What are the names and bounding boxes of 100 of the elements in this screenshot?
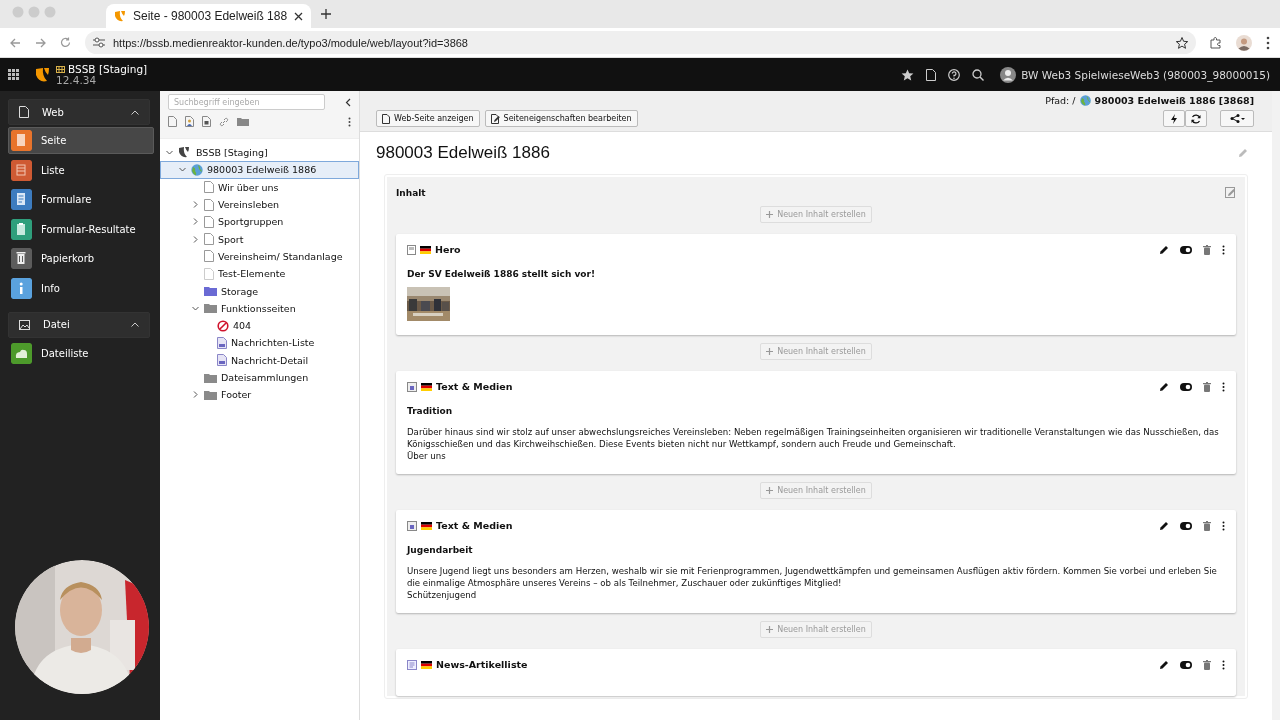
folder-icon xyxy=(204,286,217,296)
toggle-icon[interactable] xyxy=(1180,382,1192,391)
plus-icon xyxy=(766,348,774,355)
server-icon xyxy=(56,65,65,73)
help-icon[interactable] xyxy=(948,68,961,81)
prohibited-icon xyxy=(217,319,229,332)
profile-avatar-icon[interactable] xyxy=(1236,34,1252,51)
tree-item[interactable]: 404 xyxy=(160,316,359,335)
document-icon[interactable] xyxy=(926,68,937,81)
tree-item[interactable]: Nachricht-Detail xyxy=(160,351,359,369)
user-menu[interactable]: BW Web3 SpielwieseWeb3 (980003_98000015) xyxy=(996,66,1274,83)
page-icon xyxy=(204,233,214,246)
toggle-icon[interactable] xyxy=(1180,521,1192,530)
module-item[interactable]: Info xyxy=(8,274,154,302)
plugin-page-icon xyxy=(217,336,227,349)
reload-button[interactable] xyxy=(1185,110,1207,127)
tree-item[interactable]: Sportgruppen xyxy=(160,213,359,231)
clear-cache-button[interactable] xyxy=(1163,110,1185,127)
tree-item[interactable]: Storage xyxy=(160,282,359,300)
tree-item[interactable]: Test-Elemente xyxy=(160,265,359,283)
module-item[interactable]: Liste xyxy=(8,156,154,184)
kebab-menu-icon[interactable] xyxy=(1222,244,1225,255)
toolbar-button[interactable]: Web-Seite anzeigen xyxy=(376,110,480,127)
content-type-label: Hero xyxy=(435,244,462,255)
search-icon[interactable] xyxy=(972,68,985,81)
pencil-icon[interactable] xyxy=(1159,381,1169,392)
plus-icon xyxy=(766,487,774,494)
kebab-menu-icon[interactable] xyxy=(348,116,351,127)
share-button[interactable] xyxy=(1220,110,1254,127)
kebab-menu-icon[interactable] xyxy=(1266,35,1270,50)
page-icon xyxy=(204,250,214,263)
globe-icon xyxy=(191,163,203,176)
trash-icon[interactable] xyxy=(1203,244,1211,255)
lightning-icon xyxy=(1171,113,1177,124)
person-document-icon[interactable] xyxy=(185,116,194,127)
text-media-icon xyxy=(407,381,417,392)
framed-document-icon[interactable] xyxy=(202,116,211,127)
logo-icon xyxy=(114,9,126,23)
new-tab-icon[interactable] xyxy=(321,9,332,19)
kebab-menu-icon[interactable] xyxy=(1222,659,1225,670)
page-icon xyxy=(204,181,214,194)
user-avatar-icon xyxy=(1000,66,1017,83)
bookmark-star-icon[interactable] xyxy=(1176,36,1188,49)
pencil-icon[interactable] xyxy=(1159,244,1169,255)
tree-item[interactable]: 980003 Edelweiß 1886 xyxy=(160,161,359,179)
module-item[interactable]: Seite xyxy=(8,127,154,154)
toolbar-button[interactable]: Seiteneigenschaften bearbeiten xyxy=(484,110,638,127)
edit-document-icon xyxy=(490,113,500,124)
german-flag-icon xyxy=(421,660,432,669)
star-icon[interactable] xyxy=(901,68,915,81)
pencil-icon[interactable] xyxy=(1159,520,1169,531)
kebab-menu-icon[interactable] xyxy=(1222,381,1225,392)
content-type-label: Text & Medien xyxy=(436,520,514,531)
folder-icon[interactable] xyxy=(237,117,249,126)
module-item[interactable]: Formulare xyxy=(8,186,154,213)
page-icon xyxy=(204,198,214,211)
body-text: Über uns xyxy=(407,450,447,462)
text-media-icon xyxy=(407,520,417,531)
browser-tab[interactable]: Seite - 980003 Edelweiß 188 xyxy=(106,4,312,28)
trash-icon[interactable] xyxy=(1203,659,1211,670)
tree-item[interactable]: Footer xyxy=(160,386,359,404)
extensions-icon[interactable] xyxy=(1210,36,1222,49)
tree-item[interactable]: Sport xyxy=(160,230,359,248)
module-group-header[interactable]: Web xyxy=(8,99,150,125)
reload-icon xyxy=(1191,113,1201,124)
module-item[interactable]: Dateiliste xyxy=(8,339,154,367)
image-icon xyxy=(19,319,30,330)
tree-item[interactable]: Dateisammlungen xyxy=(160,368,359,387)
kebab-menu-icon[interactable] xyxy=(1222,520,1225,531)
tab-title: Seite - 980003 Edelweiß 188 xyxy=(133,9,288,23)
tree-item[interactable]: Vereinsleben xyxy=(160,195,359,214)
link-icon[interactable] xyxy=(219,116,229,127)
tree-item[interactable]: Vereinsheim/ Standanlage xyxy=(160,247,359,266)
address-bar[interactable]: https://bssb.medienreaktor-kunden.de/typo3/module/web/layout?id=3868 xyxy=(85,31,1196,54)
logo-icon[interactable] xyxy=(35,66,49,83)
toggle-icon[interactable] xyxy=(1180,660,1192,669)
tree-item[interactable]: Funktionsseiten xyxy=(160,299,359,317)
page-title: 980003 Edelweiß 1886 xyxy=(376,143,550,163)
folder-icon xyxy=(204,389,217,400)
search-field[interactable]: Suchbegriff eingeben xyxy=(168,94,325,110)
module-item[interactable]: Formular-Resultate xyxy=(8,215,154,243)
toggle-icon[interactable] xyxy=(1180,245,1192,254)
site-settings-icon[interactable] xyxy=(93,37,105,48)
close-icon[interactable] xyxy=(294,11,304,21)
document-icon xyxy=(382,113,390,124)
trash-icon[interactable] xyxy=(1203,381,1211,392)
module-item[interactable]: Papierkorb xyxy=(8,245,154,272)
reload-icon[interactable] xyxy=(60,37,71,48)
pencil-icon[interactable] xyxy=(1159,659,1169,670)
folder-icon xyxy=(204,372,217,383)
body-text: Unsere Jugend liegt uns besonders am Herzen, weshalb wir sie mit Ferienprogrammen, Jugendwettkämpfen und gemeinsamen Ausflügen aktiv fördern. Kommen Sie vorbei und erleben Sie die einmalige Atmosphäre unseres Vereins – ob als Teilnehmer, Zuschauer oder zukünftiges Mitglied! xyxy=(407,565,1218,589)
app-grid-icon[interactable] xyxy=(8,69,19,80)
back-arrow-icon[interactable] xyxy=(10,37,21,48)
trash-icon[interactable] xyxy=(1203,520,1211,531)
tree-item[interactable]: Nachrichten-Liste xyxy=(160,334,359,352)
tree-item[interactable]: BSSB [Staging] xyxy=(160,144,359,162)
module-group-header[interactable]: Datei xyxy=(8,311,150,338)
tree-item[interactable]: Wir über uns xyxy=(160,178,359,196)
edit-column-icon[interactable] xyxy=(1225,187,1236,198)
forward-arrow-icon[interactable] xyxy=(35,37,46,48)
